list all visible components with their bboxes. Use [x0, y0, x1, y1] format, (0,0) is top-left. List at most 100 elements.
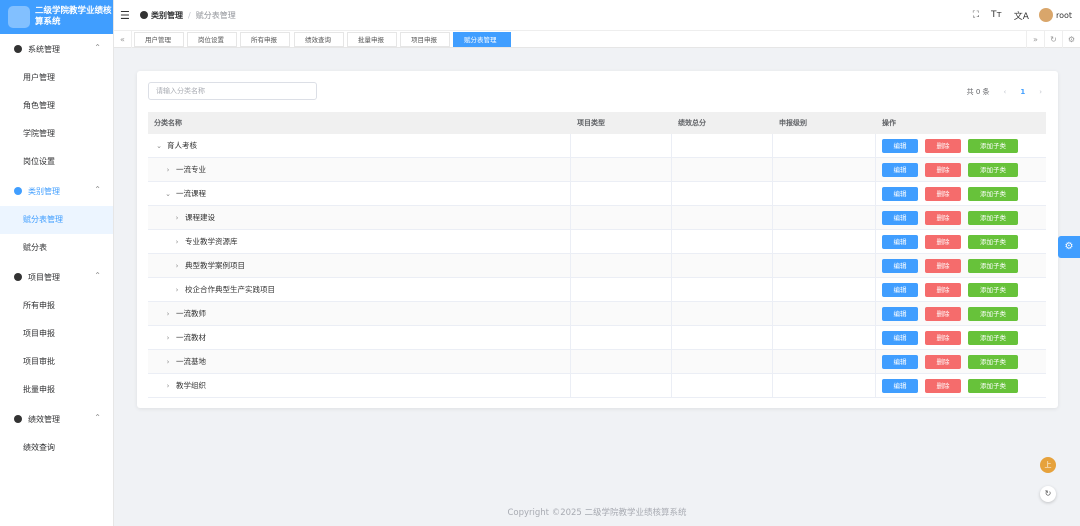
category-name-cell: › 教学组织: [148, 374, 571, 397]
chevron-right-icon[interactable]: ›: [172, 262, 182, 270]
edit-button[interactable]: 编辑: [882, 186, 918, 201]
sidebar-group[interactable]: 类别管理 ⌃: [0, 176, 113, 206]
sidebar-item[interactable]: 赋分表管理: [0, 206, 113, 234]
total-score-cell: [672, 158, 773, 181]
chevron-right-icon[interactable]: ›: [172, 286, 182, 294]
add-child-button[interactable]: 添加子类: [968, 354, 1018, 369]
tab[interactable]: 岗位设置: [187, 32, 237, 47]
add-child-button[interactable]: 添加子类: [968, 282, 1018, 297]
next-page-icon[interactable]: ›: [1039, 88, 1042, 96]
delete-button[interactable]: 删除: [925, 258, 961, 273]
tab[interactable]: 赋分表管理: [453, 32, 511, 47]
username[interactable]: root: [1056, 11, 1072, 20]
tab[interactable]: 用户管理: [134, 32, 184, 47]
fullscreen-icon[interactable]: ⛶: [973, 10, 979, 20]
sidebar-group[interactable]: 项目管理 ⌃: [0, 262, 113, 292]
sidebar-item[interactable]: 绩效查询: [0, 434, 113, 462]
sidebar-menu: 系统管理 ⌃ 用户管理 角色管理 学院管理 岗位设置 类别管理 ⌃ 赋分表管理 赋分表 项目管理 ⌃ 所…: [0, 34, 113, 462]
page-number[interactable]: 1: [1020, 88, 1025, 96]
chevron-down-icon[interactable]: ⌄: [154, 142, 164, 150]
theme-settings-icon[interactable]: ⚙: [1058, 236, 1080, 258]
add-child-button-label: 添加子类: [980, 285, 1006, 294]
edit-button[interactable]: 编辑: [882, 378, 918, 393]
tabs-scroll-right-icon[interactable]: »: [1026, 31, 1044, 48]
search-input[interactable]: 请输入分类名称: [148, 82, 317, 100]
chevron-right-icon[interactable]: ›: [163, 310, 173, 318]
level-cell: [773, 230, 876, 253]
tabs-scroll-left-icon[interactable]: «: [114, 31, 132, 48]
delete-button[interactable]: 删除: [925, 210, 961, 225]
font-size-icon[interactable]: Tт: [991, 10, 1002, 20]
chevron-right-icon[interactable]: ›: [172, 214, 182, 222]
delete-button[interactable]: 删除: [925, 162, 961, 177]
sidebar-item[interactable]: 角色管理: [0, 92, 113, 120]
edit-button-label: 编辑: [893, 213, 907, 222]
delete-button[interactable]: 删除: [925, 138, 961, 153]
prev-page-icon[interactable]: ‹: [1004, 88, 1007, 96]
tab[interactable]: 绩效查询: [294, 32, 344, 47]
edit-button[interactable]: 编辑: [882, 234, 918, 249]
user-fab-icon[interactable]: 上: [1040, 457, 1056, 473]
refresh-icon[interactable]: ↻: [1044, 31, 1062, 48]
level-cell: [773, 326, 876, 349]
actions-cell: 编辑 删除 添加子类: [876, 350, 1046, 373]
sidebar-group[interactable]: 绩效管理 ⌃: [0, 404, 113, 434]
sidebar-item[interactable]: 项目申报: [0, 320, 113, 348]
delete-button[interactable]: 删除: [925, 354, 961, 369]
menu-toggle-icon[interactable]: ☰: [120, 9, 134, 22]
add-child-button-label: 添加子类: [980, 165, 1006, 174]
add-child-button[interactable]: 添加子类: [968, 234, 1018, 249]
sidebar-item[interactable]: 项目审批: [0, 348, 113, 376]
tab[interactable]: 批量申报: [347, 32, 397, 47]
edit-button[interactable]: 编辑: [882, 138, 918, 153]
tab[interactable]: 项目申报: [400, 32, 450, 47]
app-logo[interactable]: 二级学院教学业绩核算系统: [0, 0, 113, 34]
breadcrumb-item[interactable]: 类别管理: [151, 10, 183, 21]
sidebar-item[interactable]: 岗位设置: [0, 148, 113, 176]
edit-button[interactable]: 编辑: [882, 258, 918, 273]
edit-button[interactable]: 编辑: [882, 306, 918, 321]
add-child-button[interactable]: 添加子类: [968, 258, 1018, 273]
app-title: 二级学院教学业绩核算系统: [35, 6, 112, 27]
tab[interactable]: 所有申报: [240, 32, 290, 47]
delete-button[interactable]: 删除: [925, 330, 961, 345]
add-child-button[interactable]: 添加子类: [968, 186, 1018, 201]
project-type-cell: [571, 374, 672, 397]
sidebar-item[interactable]: 所有申报: [0, 292, 113, 320]
settings-icon[interactable]: ⚙: [1062, 31, 1080, 48]
delete-button[interactable]: 删除: [925, 378, 961, 393]
chevron-right-icon[interactable]: ›: [163, 382, 173, 390]
add-child-button-label: 添加子类: [980, 141, 1006, 150]
chevron-right-icon[interactable]: ›: [163, 358, 173, 366]
add-child-button[interactable]: 添加子类: [968, 378, 1018, 393]
edit-button[interactable]: 编辑: [882, 330, 918, 345]
add-child-button[interactable]: 添加子类: [968, 162, 1018, 177]
delete-button[interactable]: 删除: [925, 186, 961, 201]
chevron-right-icon[interactable]: ›: [163, 166, 173, 174]
chevron-down-icon[interactable]: ⌄: [163, 190, 173, 198]
add-child-button[interactable]: 添加子类: [968, 138, 1018, 153]
edit-button[interactable]: 编辑: [882, 210, 918, 225]
delete-button[interactable]: 删除: [925, 282, 961, 297]
edit-button[interactable]: 编辑: [882, 162, 918, 177]
chevron-right-icon[interactable]: ›: [163, 334, 173, 342]
col-header: 操作: [882, 119, 896, 127]
reload-icon[interactable]: ↻: [1040, 486, 1056, 502]
project-type-cell: [571, 182, 672, 205]
edit-button[interactable]: 编辑: [882, 354, 918, 369]
sidebar-item[interactable]: 批量申报: [0, 376, 113, 404]
edit-button-label: 编辑: [893, 237, 907, 246]
add-child-button[interactable]: 添加子类: [968, 330, 1018, 345]
delete-button[interactable]: 删除: [925, 306, 961, 321]
sidebar-item[interactable]: 学院管理: [0, 120, 113, 148]
sidebar-group[interactable]: 系统管理 ⌃: [0, 34, 113, 64]
delete-button[interactable]: 删除: [925, 234, 961, 249]
avatar[interactable]: [1038, 8, 1053, 22]
sidebar-item[interactable]: 赋分表: [0, 234, 113, 262]
language-icon[interactable]: 文A: [1014, 9, 1029, 22]
add-child-button[interactable]: 添加子类: [968, 306, 1018, 321]
chevron-right-icon[interactable]: ›: [172, 238, 182, 246]
add-child-button[interactable]: 添加子类: [968, 210, 1018, 225]
edit-button[interactable]: 编辑: [882, 282, 918, 297]
sidebar-item[interactable]: 用户管理: [0, 64, 113, 92]
